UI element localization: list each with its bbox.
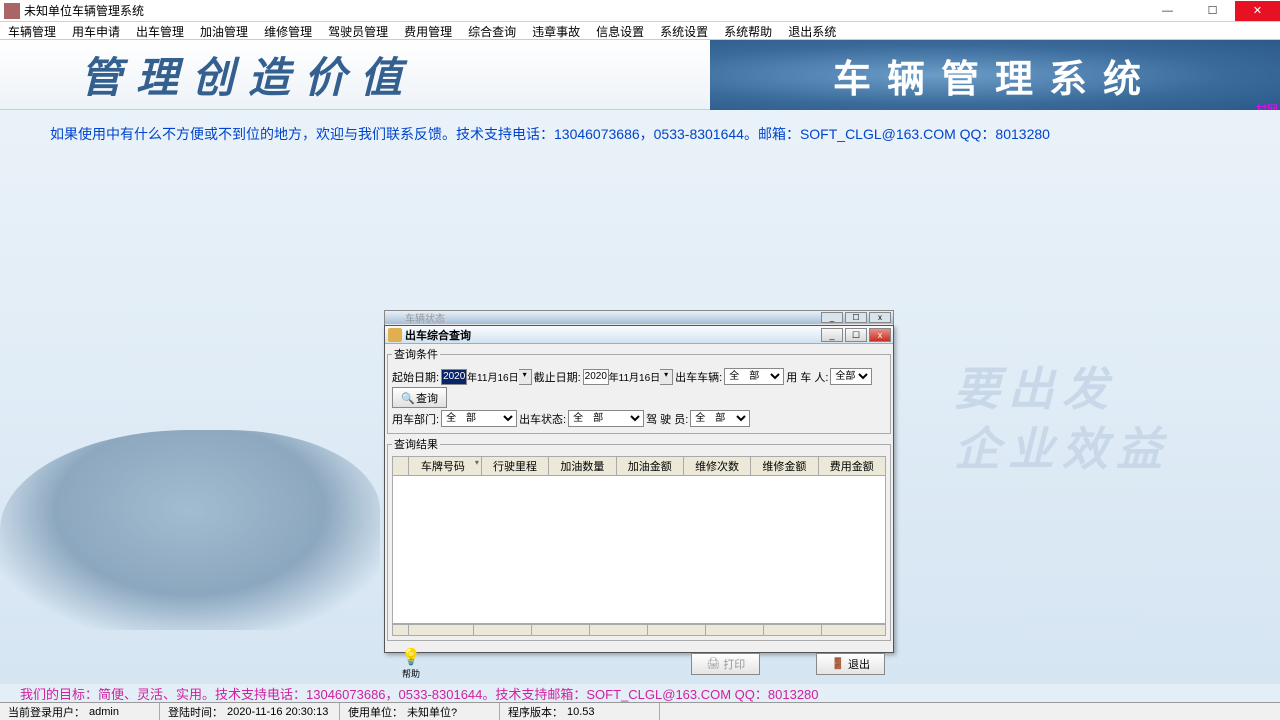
dialog-min[interactable]: _ — [821, 328, 843, 342]
end-year-input[interactable] — [583, 369, 609, 385]
start-date-field[interactable]: 年11月16日 ▾ — [441, 369, 532, 385]
col-repair-cnt[interactable]: 维修次数 — [683, 457, 750, 476]
status-ver-label: 程序版本： — [508, 704, 563, 720]
status-ver: 10.53 — [567, 706, 595, 718]
car-label: 出车车辆: — [675, 369, 722, 385]
status-label: 出车状态: — [519, 411, 566, 427]
dialog-footer: 💡帮助 🖨打印 🚪退出 — [385, 643, 893, 684]
help-tip[interactable]: 💡帮助 — [393, 647, 429, 680]
maximize-button[interactable]: ☐ — [1190, 1, 1235, 21]
dialog-close[interactable]: x — [869, 328, 891, 342]
menu-item-request[interactable]: 用车申请 — [64, 22, 128, 39]
dept-select[interactable]: 全 部 — [441, 410, 517, 427]
status-user: admin — [89, 706, 119, 718]
dept-label: 用车部门: — [392, 411, 439, 427]
sort-icon[interactable]: ▾ — [475, 458, 479, 467]
backwin-min[interactable]: _ — [821, 312, 843, 323]
search-icon: 🔍 — [401, 392, 413, 404]
main-area: 如果使用中有什么不方便或不到位的地方，欢迎与我们联系反馈。技术支持电话：1304… — [0, 110, 1280, 684]
minimize-button[interactable]: — — [1145, 1, 1190, 21]
results-group: 查询结果 车牌号码▾ 行驶里程 加油数量 加油金额 维修次数 维修金额 费用金额 — [387, 436, 891, 641]
bulb-icon: 💡 — [393, 647, 429, 667]
status-unit-label: 使用单位： — [348, 704, 403, 720]
backwin-title: 车辆状态 — [385, 310, 821, 325]
start-date-label: 起始日期: — [392, 369, 439, 385]
goal-text: 我们的目标：简便、灵活、实用。技术支持电话：13046073686，0533-8… — [0, 684, 1280, 702]
start-year-input[interactable] — [441, 369, 467, 385]
printer-icon: 🖨 — [706, 657, 720, 670]
end-date-label: 截止日期: — [534, 369, 581, 385]
dispatch-query-dialog: 出车综合查询 _ ☐ x 查询条件 起始日期: 年11月16日 ▾ 截止日期: — [384, 325, 894, 653]
summary-row — [392, 624, 886, 636]
status-unit: 未知单位? — [407, 704, 457, 720]
end-date-field[interactable]: 年11月16日 ▾ — [583, 369, 674, 385]
menu-item-exit[interactable]: 退出系统 — [780, 22, 844, 39]
chevron-down-icon[interactable]: ▾ — [519, 369, 532, 385]
chevron-down-icon[interactable]: ▾ — [660, 369, 673, 385]
menu-item-driver[interactable]: 驾驶员管理 — [320, 22, 396, 39]
bg-line1: 要出发 — [954, 360, 1170, 420]
backwin-max[interactable]: ☐ — [845, 312, 867, 323]
start-rest: 年11月16日 — [467, 369, 519, 384]
col-repair-amt[interactable]: 维修金额 — [751, 457, 818, 476]
driver-select[interactable]: 全 部 — [690, 410, 750, 427]
menu-item-query[interactable]: 综合查询 — [460, 22, 524, 39]
status-select[interactable]: 全 部 — [568, 410, 644, 427]
col-fuel-qty[interactable]: 加油数量 — [549, 457, 616, 476]
results-table: 车牌号码▾ 行驶里程 加油数量 加油金额 维修次数 维修金额 费用金额 — [392, 456, 886, 476]
col-cost-amt[interactable]: 费用金额 — [818, 457, 885, 476]
end-rest: 年11月16日 — [609, 369, 661, 384]
menu-item-violation[interactable]: 违章事故 — [524, 22, 588, 39]
menu-item-vehicle[interactable]: 车辆管理 — [0, 22, 64, 39]
notice-text: 如果使用中有什么不方便或不到位的地方，欢迎与我们联系反馈。技术支持电话：1304… — [0, 110, 1280, 158]
exit-button[interactable]: 🚪退出 — [816, 653, 885, 675]
menu-item-fuel[interactable]: 加油管理 — [192, 22, 256, 39]
bg-line2: 企业效益 — [954, 420, 1170, 480]
menu-item-info[interactable]: 信息设置 — [588, 22, 652, 39]
col-plate[interactable]: 车牌号码▾ — [409, 457, 482, 476]
window-titlebar: 未知单位车辆管理系统 — ☐ ✕ — [0, 0, 1280, 22]
dialog-icon — [388, 328, 402, 342]
app-icon — [4, 3, 20, 19]
person-label: 用 车 人: — [786, 369, 828, 385]
background-slogan: 要出发 企业效益 — [954, 360, 1170, 480]
close-button[interactable]: ✕ — [1235, 1, 1280, 21]
row-indicator-col — [393, 457, 409, 476]
backwin-titlebar: 车辆状态 _ ☐ x — [385, 311, 893, 324]
conditions-group: 查询条件 起始日期: 年11月16日 ▾ 截止日期: 年11月16日 ▾ 出车车… — [387, 346, 891, 434]
menu-item-dispatch[interactable]: 出车管理 — [128, 22, 192, 39]
status-bar: 当前登录用户： admin 登陆时间： 2020-11-16 20:30:13 使用… — [0, 702, 1280, 720]
banner-title: 车辆管理系统 — [833, 48, 1157, 103]
door-icon: 🚪 — [831, 657, 845, 670]
menu-item-system[interactable]: 系统设置 — [652, 22, 716, 39]
menu-item-repair[interactable]: 维修管理 — [256, 22, 320, 39]
results-grid[interactable] — [392, 476, 886, 624]
print-button[interactable]: 🖨打印 — [691, 653, 760, 675]
car-select[interactable]: 全 部 — [724, 368, 784, 385]
col-fuel-amt[interactable]: 加油金额 — [616, 457, 683, 476]
driver-label: 驾 驶 员: — [646, 411, 688, 427]
dialog-max[interactable]: ☐ — [845, 328, 867, 342]
search-button[interactable]: 🔍查询 — [392, 387, 447, 408]
conditions-legend: 查询条件 — [392, 346, 440, 362]
menubar: 车辆管理 用车申请 出车管理 加油管理 维修管理 驾驶员管理 费用管理 综合查询… — [0, 22, 1280, 40]
person-select[interactable]: 全部 — [830, 368, 872, 385]
results-legend: 查询结果 — [392, 436, 440, 452]
backwin-close[interactable]: x — [869, 312, 891, 323]
status-user-label: 当前登录用户： — [8, 704, 85, 720]
car-image — [0, 430, 380, 630]
dialog-titlebar[interactable]: 出车综合查询 _ ☐ x — [385, 326, 893, 344]
status-login-label: 登陆时间： — [168, 704, 223, 720]
menu-item-help[interactable]: 系统帮助 — [716, 22, 780, 39]
window-buttons: — ☐ ✕ — [1145, 1, 1280, 21]
dialog-title: 出车综合查询 — [405, 327, 821, 343]
window-title: 未知单位车辆管理系统 — [24, 2, 1145, 19]
banner: 管理创造价值 车辆管理系统 村网 — [0, 40, 1280, 110]
col-mileage[interactable]: 行驶里程 — [481, 457, 548, 476]
banner-slogan: 管理创造价值 — [80, 44, 416, 105]
status-login: 2020-11-16 20:30:13 — [227, 706, 328, 718]
menu-item-cost[interactable]: 费用管理 — [396, 22, 460, 39]
banner-right: 车辆管理系统 — [710, 40, 1280, 110]
